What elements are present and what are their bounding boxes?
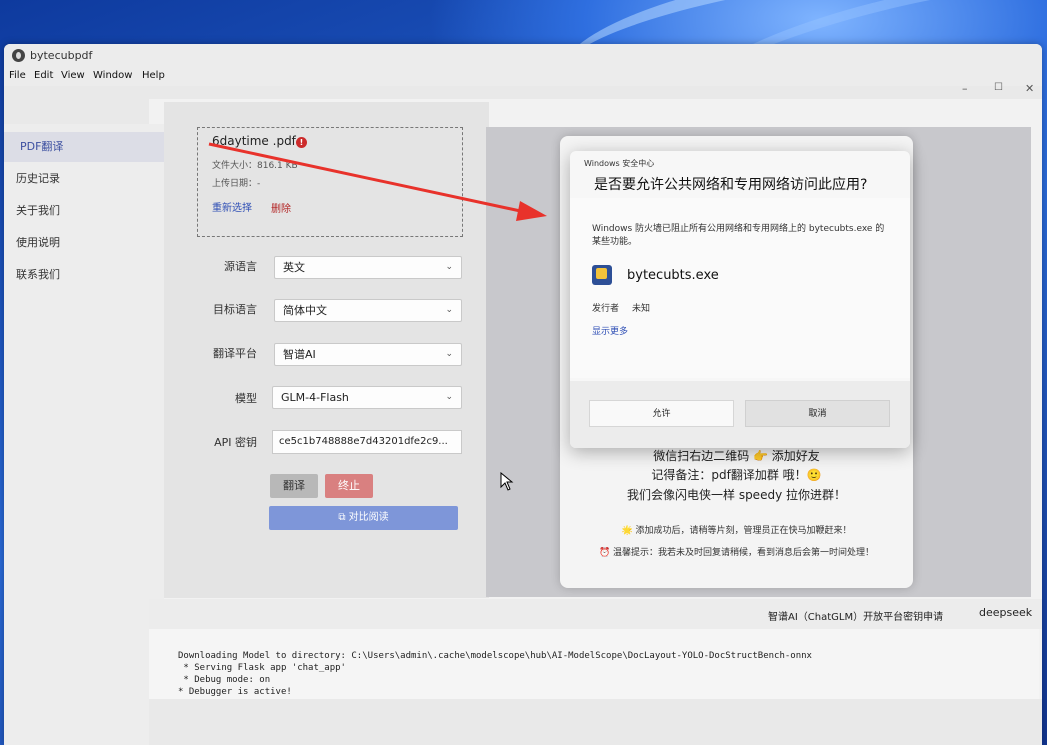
compare-read-button[interactable]: ⧉ 对比阅读 <box>269 506 458 530</box>
app-title: bytecubpdf <box>30 49 93 62</box>
publisher-label: 发行者 <box>592 304 620 314</box>
window-controls: – ☐ ✕ <box>952 82 1042 100</box>
console-line: * Debug mode: on <box>178 675 271 685</box>
api-key-input[interactable]: ce5c1b748888e7d43201dfe2c9... <box>272 430 462 454</box>
console-line: Downloading Model to directory: C:\Users… <box>178 651 812 661</box>
promo-line-3: 我们会像闪电侠一样 speedy 拉你进群！ <box>627 488 846 502</box>
platform-label: 翻译平台 <box>213 347 257 360</box>
model-value: GLM-4-Flash <box>281 391 349 404</box>
dialog-source: Windows 安全中心 <box>584 159 655 168</box>
console-line: * Debugger is active! <box>178 687 292 697</box>
allow-button[interactable]: 允许 <box>589 400 734 427</box>
promo-line-2: 记得备注：pdf翻译加群 哦！🙂 <box>651 468 822 482</box>
model-select[interactable]: GLM-4-Flash ⌄ <box>272 386 462 409</box>
error-icon: ! <box>296 137 307 148</box>
cancel-button[interactable]: 取消 <box>745 400 890 427</box>
delete-link[interactable]: 删除 <box>271 200 291 215</box>
title-bar: bytecubpdf <box>4 44 1042 68</box>
model-label: 模型 <box>235 392 257 405</box>
source-language-label: 源语言 <box>224 260 257 273</box>
menu-view[interactable]: View <box>61 70 85 81</box>
zhipu-key-link[interactable]: 智谱AI（ChatGLM）开放平台密钥申请 <box>768 608 943 623</box>
compare-read-label: 对比阅读 <box>348 512 389 523</box>
upload-area[interactable]: 6daytime .pdf ! 文件大小：816.1 KB 上传日期：- 重新选… <box>197 127 463 237</box>
dialog-app-name: bytecubts.exe <box>627 268 719 283</box>
platform-value: 智谱AI <box>283 348 316 361</box>
sidebar-item-guide[interactable]: 使用说明 <box>4 228 164 258</box>
dialog-description: Windows 防火墙已阻止所有公用网络和专用网络上的 bytecubts.ex… <box>592 224 885 247</box>
sidebar: PDF翻译 历史记录 关于我们 使用说明 联系我们 <box>4 124 164 745</box>
sidebar-item-history[interactable]: 历史记录 <box>4 164 164 194</box>
menu-window[interactable]: Window <box>93 70 132 81</box>
platform-select[interactable]: 智谱AI ⌄ <box>274 343 462 366</box>
menu-bar: File Edit View Window Help <box>4 68 1042 86</box>
file-size: 文件大小：816.1 KB <box>212 161 298 171</box>
link-bar: 智谱AI（ChatGLM）开放平台密钥申请 <box>149 599 1042 629</box>
sidebar-item-contact[interactable]: 联系我们 <box>4 260 164 290</box>
mouse-cursor-icon <box>500 472 514 491</box>
app-logo-icon <box>12 49 25 62</box>
chevron-down-icon: ⌄ <box>445 305 453 315</box>
show-more-link[interactable]: 显示更多 <box>592 324 628 337</box>
minimize-button[interactable]: – <box>962 82 968 95</box>
console-output: Downloading Model to directory: C:\Users… <box>149 629 1039 699</box>
stop-button[interactable]: 终止 <box>325 474 373 498</box>
target-language-select[interactable]: 简体中文 ⌄ <box>274 299 462 322</box>
firewall-dialog: Windows 安全中心 是否要允许公共网络和专用网络访问此应用? Window… <box>570 151 910 448</box>
target-language-value: 简体中文 <box>283 304 327 317</box>
sidebar-item-about[interactable]: 关于我们 <box>4 196 164 226</box>
upload-date: 上传日期：- <box>212 179 261 189</box>
console-line: * Serving Flask app 'chat_app' <box>178 663 346 673</box>
promo-note-1: 🌟 添加成功后，请稍等片刻，管理员正在快马加鞭赶来！ <box>621 526 852 536</box>
footer-bar <box>149 699 1042 745</box>
chevron-down-icon: ⌄ <box>445 262 453 272</box>
promo-note-2: ⏰ 温馨提示：我若未及时回复请稍候，看到消息后会第一时间处理！ <box>598 548 875 558</box>
menu-file[interactable]: File <box>9 70 26 81</box>
source-language-value: 英文 <box>283 261 305 274</box>
publisher-value: 未知 <box>632 304 651 314</box>
maximize-button[interactable]: ☐ <box>994 82 1003 93</box>
copy-icon: ⧉ <box>338 512 346 523</box>
chevron-down-icon: ⌄ <box>445 349 453 359</box>
deepseek-link[interactable]: deepseek <box>979 606 1032 619</box>
api-key-label: API 密钥 <box>214 436 257 449</box>
translate-button[interactable]: 翻译 <box>270 474 318 498</box>
target-language-label: 目标语言 <box>213 303 257 316</box>
sidebar-item-pdf-translate[interactable]: PDF翻译 <box>4 132 164 162</box>
close-button[interactable]: ✕ <box>1025 82 1034 95</box>
app-icon <box>592 265 612 285</box>
file-name: 6daytime .pdf <box>212 134 296 148</box>
menu-edit[interactable]: Edit <box>34 70 53 81</box>
source-language-select[interactable]: 英文 ⌄ <box>274 256 462 279</box>
menu-help[interactable]: Help <box>142 70 165 81</box>
chevron-down-icon: ⌄ <box>445 392 453 402</box>
dialog-heading: 是否要允许公共网络和专用网络访问此应用? <box>594 177 868 193</box>
reselect-link[interactable]: 重新选择 <box>212 199 252 214</box>
promo-line-1: 微信扫右边二维码 👉 添加好友 <box>653 449 820 463</box>
